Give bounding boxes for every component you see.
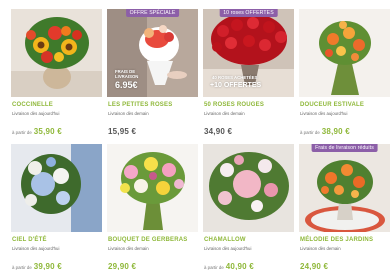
delivery-info: Livraison dès demain (204, 111, 245, 116)
overlay-line-1: 40 ROSES ACHETÉES (212, 75, 258, 80)
delivery-info: Livraison dès aujourd'hui (204, 246, 252, 251)
product-card-50-roses-rouges[interactable]: 10 roses OFFERTES 40 ROSES ACHETÉES +10 … (203, 9, 294, 136)
product-price: 15,95 € (108, 121, 136, 139)
price-prefix: à partir de (12, 130, 32, 135)
product-name[interactable]: DOUCEUR ESTIVALE (300, 102, 364, 108)
price-amount: 24,90 € (300, 262, 329, 270)
overlay-line-2: LIVRAISON (115, 74, 139, 79)
price-amount: 35,90 € (33, 127, 62, 136)
product-card-douceur-estivale[interactable]: DOUCEUR ESTIVALE Livraison dès aujourd'h… (299, 9, 390, 136)
product-grid: COCCINELLE Livraison dès aujourd'hui à p… (0, 0, 392, 270)
bouquet-orange-roses-photo[interactable]: Frais de livraison réduits (299, 144, 390, 232)
price-amount: 34,90 € (204, 127, 233, 136)
product-price: à partir de 38,90 € (300, 121, 350, 139)
bouquet-small-roses-photo[interactable]: OFFRE SPÉCIALE FRAIS DE LIVRAISON 6.95€ (107, 9, 198, 97)
delivery-info: Livraison dès aujourd'hui (12, 246, 60, 251)
bouquet-sunflower-photo[interactable] (11, 9, 102, 97)
overlay-offer: +10 OFFERTES (210, 82, 262, 89)
product-price: à partir de 39,90 € (12, 256, 62, 270)
offer-badge: Frais de livraison réduits (311, 144, 378, 152)
price-amount: 38,90 € (321, 127, 350, 136)
overlay-fee: 6.95€ (115, 80, 138, 90)
product-card-ciel-d-ete[interactable]: CIEL D'ÉTÉ Livraison dès aujourd'hui à p… (11, 144, 102, 270)
product-card-coccinelle[interactable]: COCCINELLE Livraison dès aujourd'hui à p… (11, 9, 102, 136)
product-name[interactable]: CHAMALLOW (204, 237, 246, 243)
product-price: 34,90 € (204, 121, 232, 139)
price-prefix: à partir de (204, 265, 224, 270)
product-card-les-petites-roses[interactable]: OFFRE SPÉCIALE FRAIS DE LIVRAISON 6.95€ … (107, 9, 198, 136)
price-prefix: à partir de (300, 130, 320, 135)
product-name[interactable]: BOUQUET DE GERBERAS (108, 237, 187, 243)
offer-badge: 10 roses OFFERTES (219, 9, 278, 17)
product-name[interactable]: 50 ROSES ROUGES (204, 102, 264, 108)
bouquet-gerbera-photo[interactable] (107, 144, 198, 232)
delivery-info: Livraison dès aujourd'hui (300, 111, 348, 116)
product-name[interactable]: COCCINELLE (12, 102, 53, 108)
bouquet-red-roses-photo[interactable]: 10 roses OFFERTES 40 ROSES ACHETÉES +10 … (203, 9, 294, 97)
product-price: à partir de 40,90 € (204, 256, 254, 270)
offer-badge: OFFRE SPÉCIALE (125, 9, 180, 17)
price-prefix: à partir de (12, 265, 32, 270)
delivery-info: Livraison dès demain (108, 246, 149, 251)
product-name[interactable]: LES PETITES ROSES (108, 102, 172, 108)
product-name[interactable]: MÉLODIE DES JARDINS (300, 237, 373, 243)
delivery-info: Livraison dès aujourd'hui (12, 111, 60, 116)
price-amount: 40,90 € (225, 262, 254, 270)
delivery-info: Livraison dès demain (108, 111, 149, 116)
bouquet-blue-hydrangea-photo[interactable] (11, 144, 102, 232)
bouquet-summer-photo[interactable] (299, 9, 390, 97)
product-card-melodie-des-jardins[interactable]: Frais de livraison réduits MÉLODIE DES J… (299, 144, 390, 270)
product-price: 29,90 € (108, 256, 136, 270)
delivery-info: Livraison dès demain (300, 246, 341, 251)
price-amount: 15,95 € (108, 127, 137, 136)
product-card-bouquet-de-gerberas[interactable]: BOUQUET DE GERBERAS Livraison dès demain… (107, 144, 198, 270)
product-name[interactable]: CIEL D'ÉTÉ (12, 237, 47, 243)
bouquet-pink-photo[interactable] (203, 144, 294, 232)
price-amount: 29,90 € (108, 262, 137, 270)
product-card-chamallow[interactable]: CHAMALLOW Livraison dès aujourd'hui à pa… (203, 144, 294, 270)
product-price: à partir de 35,90 € (12, 121, 62, 139)
product-price: 24,90 € (300, 256, 328, 270)
price-amount: 39,90 € (33, 262, 62, 270)
